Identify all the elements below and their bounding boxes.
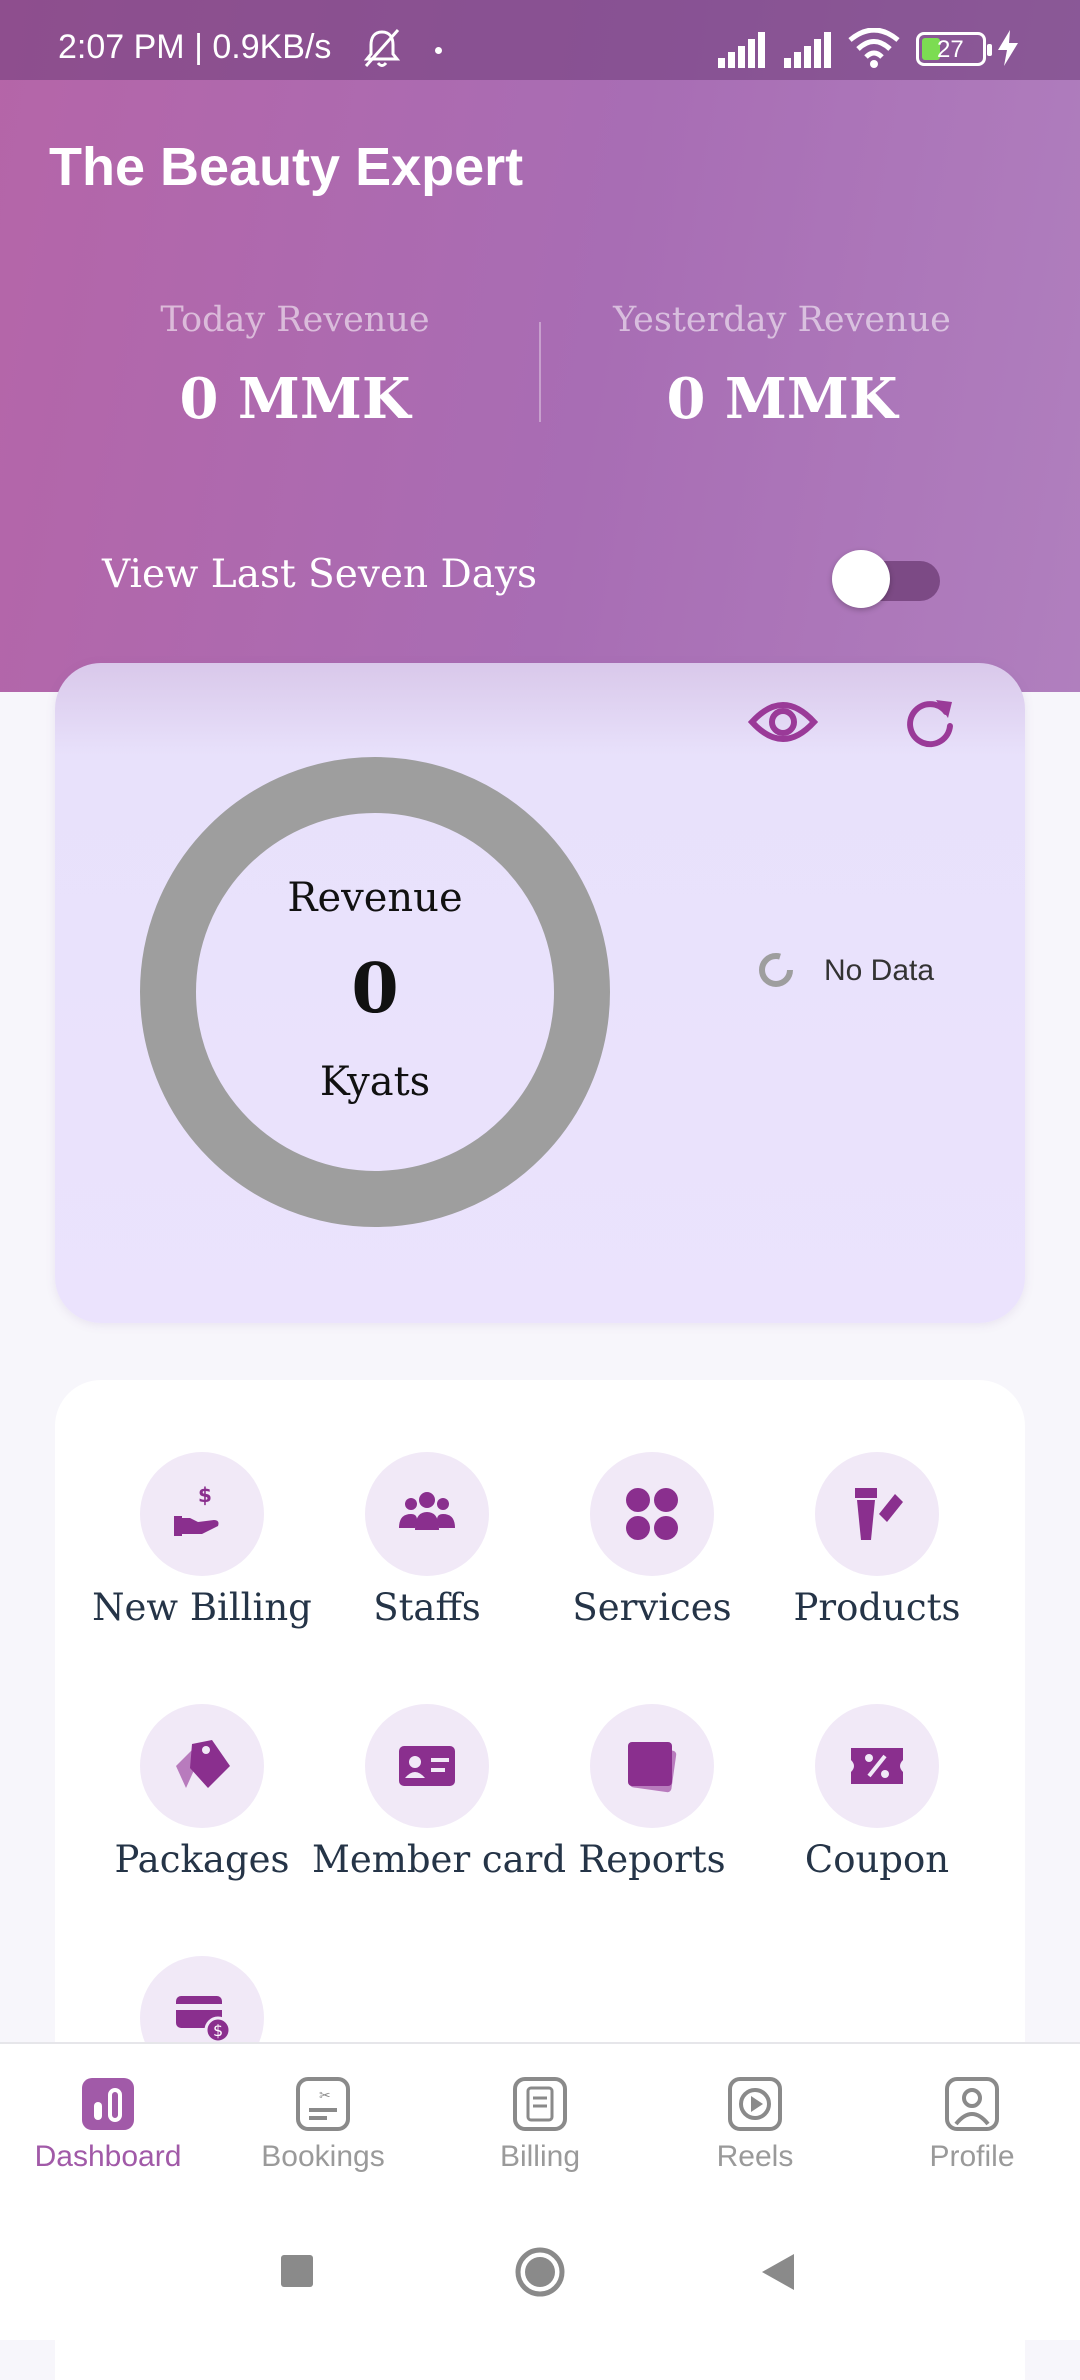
cosmetics-icon [855,1488,903,1540]
status-bar: 2:07 PM | 0.9KB/s 27 [0,0,1080,80]
menu-label: Member card [312,1838,567,1881]
yesterday-revenue-value: 0 MMK [666,366,898,432]
menu-icon-circle [590,1704,714,1828]
revenue-divider [539,322,541,422]
bell-muted-icon [363,29,401,67]
legend-no-data: No Data [824,954,935,987]
menu-icon-circle [365,1452,489,1576]
system-navigation-bar [0,2192,1080,2340]
menu-icon-circle [590,1452,714,1576]
svg-text:$: $ [213,2021,223,2040]
billing-icon [512,2076,568,2132]
hand-money-icon: $ [174,1484,219,1536]
signal-icon [718,32,765,68]
menu-label: Services [572,1586,732,1629]
menu-item-staffs[interactable]: Staffs [312,1452,542,1629]
tab-label: Bookings [261,2140,385,2173]
donut-center-label: Revenue [287,875,463,921]
reels-icon [727,2076,783,2132]
menu-label: Products [793,1586,961,1629]
wifi-icon [848,28,900,68]
today-revenue: Today Revenue 0 MMK [85,300,505,432]
seven-days-toggle[interactable] [832,550,940,608]
menu-label: Reports [578,1838,726,1881]
tab-label: Billing [499,2140,581,2173]
home-icon[interactable] [514,2246,566,2298]
battery-level: 27 [937,36,964,63]
bookings-icon: ✂ [295,2076,351,2132]
loading-icon [759,953,793,987]
yesterday-revenue: Yesterday Revenue 0 MMK [572,300,992,432]
toggle-knob [832,550,890,608]
charging-icon [998,30,1018,66]
coupon-icon [851,1748,903,1784]
people-icon [399,1492,455,1530]
tab-reels[interactable]: Reels [665,2076,845,2174]
donut-center: Revenue 0 Kyats [140,757,610,1227]
notification-dot [435,47,442,54]
tab-dashboard[interactable]: Dashboard [18,2076,198,2174]
tab-bookings[interactable]: ✂ Bookings [233,2076,413,2174]
yesterday-revenue-label: Yesterday Revenue [613,300,951,340]
menu-item-packages[interactable]: Packages [87,1704,317,1881]
menu-label: New Billing [92,1586,312,1629]
tab-label: Profile [929,2140,1015,2173]
menu-item-reports[interactable]: Reports [537,1704,767,1881]
status-time: 2:07 PM | 0.9KB/s [58,28,332,66]
menu-item-coupon[interactable]: Coupon [762,1704,992,1881]
dashboard-icon [80,2076,136,2132]
battery-icon: 27 [916,32,992,66]
tab-profile[interactable]: Profile [882,2076,1062,2174]
svg-text:✂: ✂ [319,2088,331,2104]
today-revenue-value: 0 MMK [179,366,411,432]
menu-icon-circle [815,1704,939,1828]
menu-label: Packages [114,1838,290,1881]
menu-icon-circle [815,1452,939,1576]
menu-item-products[interactable]: Products [762,1452,992,1629]
menu-item-new-billing[interactable]: $ New Billing [87,1452,317,1629]
menu-item-member-card[interactable]: Member card [312,1704,567,1881]
seven-days-label: View Last Seven Days [102,552,538,597]
stack-icon [628,1742,677,1793]
menu-item-services[interactable]: Services [537,1452,767,1629]
menu-label: Staffs [373,1586,481,1629]
card-payment-icon: $ [176,1996,232,2044]
menu-icon-circle: $ [140,1452,264,1576]
refresh-icon[interactable] [900,692,960,752]
back-icon[interactable] [760,2252,796,2292]
menu-icon-circle [140,1704,264,1828]
donut-center-unit: Kyats [319,1059,431,1105]
donut-center-value: 0 [351,949,399,1029]
menu-label: Coupon [804,1838,950,1881]
page-title: The Beauty Expert [49,137,524,197]
tab-label: Dashboard [34,2140,182,2173]
tab-label: Reels [716,2140,794,2173]
recents-icon[interactable] [280,2254,314,2288]
id-card-icon [399,1746,455,1786]
svg-text:$: $ [198,1484,212,1507]
grid-icon [626,1488,678,1540]
eye-icon[interactable] [748,692,818,752]
tags-icon [176,1740,230,1788]
profile-icon [944,2076,1000,2132]
today-revenue-label: Today Revenue [160,300,430,340]
tab-billing[interactable]: Billing [450,2076,630,2174]
signal-icon [784,32,831,68]
menu-icon-circle [365,1704,489,1828]
